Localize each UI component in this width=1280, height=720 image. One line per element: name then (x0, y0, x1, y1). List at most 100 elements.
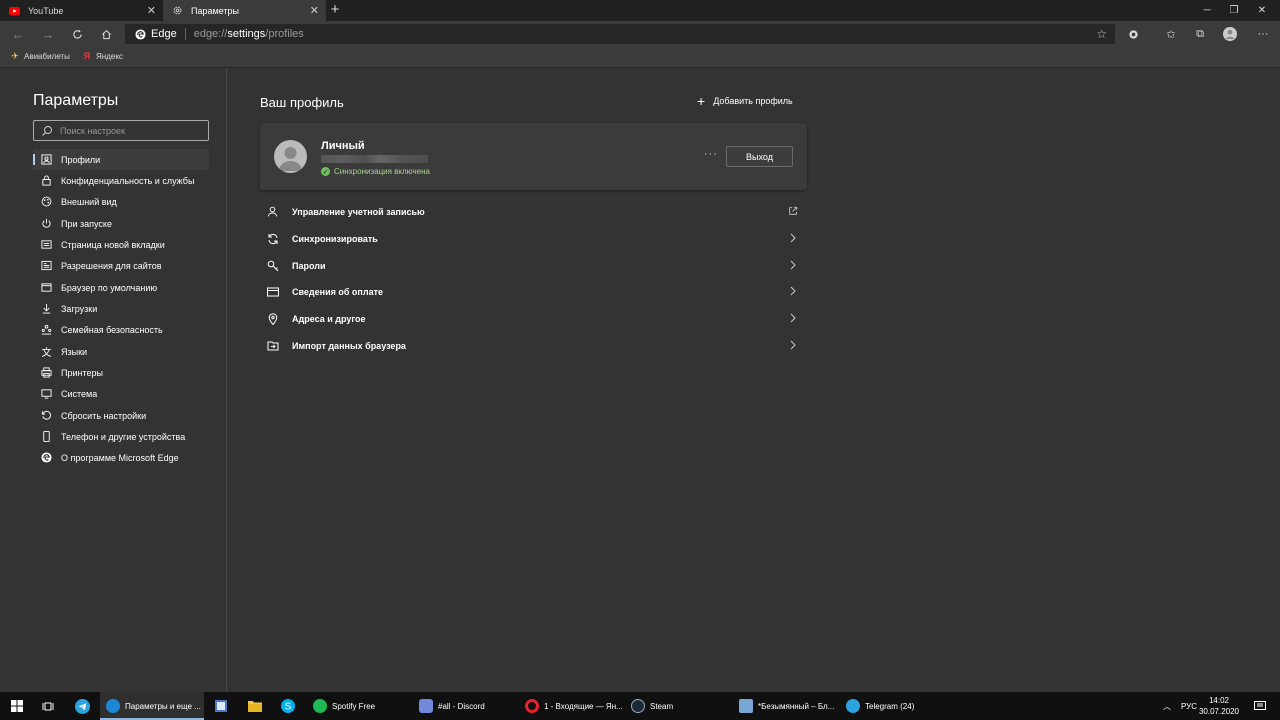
logout-button[interactable]: Выход (726, 146, 793, 167)
tab-label: YouTube (28, 5, 64, 16)
row-sync[interactable]: Синхронизировать (260, 225, 807, 252)
new-tab-button[interactable]: + (328, 2, 342, 18)
taskbar-app-telegram[interactable]: Telegram (24) (840, 692, 944, 720)
chevron-right-icon (787, 259, 799, 271)
row-manage-account[interactable]: Управление учетной записью (260, 198, 807, 225)
task-view-icon[interactable] (38, 692, 58, 720)
taskbar-app-edge[interactable]: Параметры и еще ... (100, 692, 204, 720)
row-import-data[interactable]: Импорт данных браузера (260, 332, 807, 359)
word-pinned-icon[interactable] (211, 692, 231, 720)
profile-icon (41, 154, 52, 165)
taskbar-app-steam[interactable]: Steam (625, 692, 729, 720)
sidebar-item-printers[interactable]: Принтеры (33, 362, 209, 383)
home-button[interactable] (97, 25, 115, 43)
credit-card-icon (266, 285, 279, 298)
collections-icon[interactable]: ⧉ (1191, 25, 1209, 43)
sidebar-item-appearance[interactable]: Внешний вид (33, 191, 209, 212)
discord-icon (419, 699, 433, 713)
sidebar-item-phone[interactable]: Телефон и другие устройства (33, 426, 209, 447)
skype-icon[interactable]: S (278, 692, 298, 720)
row-addresses[interactable]: Адреса и другое (260, 305, 807, 332)
extension-icon[interactable] (1124, 25, 1142, 43)
notification-icon[interactable] (1252, 692, 1268, 720)
add-profile-button[interactable]: + Добавить профиль (697, 93, 793, 109)
address-divider (184, 28, 186, 40)
site-name: Edge (151, 28, 177, 40)
file-explorer-icon[interactable] (245, 692, 265, 720)
phone-icon (41, 431, 52, 442)
address-bar[interactable]: Edge edge://settings/profiles ☆ (125, 24, 1115, 44)
windows-logo-icon (11, 700, 23, 712)
bookmark-yandex[interactable]: Я Яндекс (82, 51, 123, 61)
minimize-icon[interactable]: ─ (1194, 0, 1220, 21)
tab-youtube[interactable]: YouTube ✕ (0, 0, 163, 21)
favorite-star-icon[interactable]: ☆ (1096, 27, 1107, 41)
new-tab-page-icon (41, 239, 52, 250)
bookmark-label: Яндекс (96, 51, 123, 61)
settings-page: Параметры Поиск настроек Профили Конфиде… (0, 68, 1280, 692)
more-menu-icon[interactable]: ··· (1254, 25, 1272, 43)
yandex-icon: Я (83, 51, 91, 61)
sidebar-item-downloads[interactable]: Загрузки (33, 298, 209, 319)
sidebar-item-languages[interactable]: 文 Языки (33, 341, 209, 362)
taskbar-app-discord[interactable]: #all - Discord (413, 692, 517, 720)
settings-sidebar: Параметры Поиск настроек Профили Конфиде… (0, 68, 227, 692)
tab-label: Параметры (191, 5, 239, 16)
default-browser-icon (41, 282, 52, 293)
power-icon (41, 218, 52, 229)
telegram-pinned-icon[interactable] (72, 692, 92, 720)
sidebar-item-profiles[interactable]: Профили (33, 149, 209, 170)
import-icon (266, 339, 279, 352)
settings-search-input[interactable]: Поиск настроек (33, 120, 209, 141)
sidebar-item-startup[interactable]: При запуске (33, 213, 209, 234)
plane-icon: ✈ (11, 50, 19, 61)
profile-avatar-icon[interactable] (1221, 25, 1239, 43)
taskbar-app-spotify[interactable]: Spotify Free (307, 692, 411, 720)
sidebar-item-system[interactable]: Система (33, 383, 209, 404)
location-pin-icon (266, 312, 279, 325)
back-button[interactable]: ← (9, 25, 27, 43)
sidebar-item-family-safety[interactable]: Семейная безопасность (33, 319, 209, 340)
bookmark-aviabilety[interactable]: ✈ Авиабилеты (10, 51, 70, 61)
chevron-up-icon[interactable]: ︿ (1160, 692, 1174, 720)
gear-icon (172, 5, 183, 16)
system-clock[interactable]: 14:02 30.07.2020 (1196, 695, 1242, 717)
windows-taskbar: Параметры и еще ... S Spotify Free #all … (0, 692, 1280, 720)
profile-card: Личный ✓ Синхронизация включена ··· Выхо… (260, 123, 807, 190)
sidebar-item-reset[interactable]: Сбросить настройки (33, 405, 209, 426)
sidebar-item-privacy[interactable]: Конфиденциальность и службы (33, 170, 209, 191)
svg-text:S: S (285, 702, 292, 713)
start-button[interactable] (6, 692, 28, 720)
chevron-right-icon (787, 285, 799, 297)
forward-button[interactable]: → (39, 25, 57, 43)
notepad-icon (739, 699, 753, 713)
search-placeholder: Поиск настроек (60, 125, 125, 136)
tab-settings[interactable]: Параметры ✕ (163, 0, 326, 21)
chevron-right-icon (787, 339, 799, 351)
sidebar-item-default-browser[interactable]: Браузер по умолчанию (33, 277, 209, 298)
taskbar-app-notepad[interactable]: *Безымянный – Бл... (733, 692, 837, 720)
close-tab-icon[interactable]: ✕ (310, 4, 319, 17)
restore-icon[interactable]: ❐ (1221, 0, 1247, 21)
url-text: edge://settings/profiles (193, 28, 304, 40)
external-link-icon (787, 205, 799, 217)
refresh-button[interactable] (68, 25, 86, 43)
close-tab-icon[interactable]: ✕ (147, 4, 156, 17)
opera-icon (525, 699, 539, 713)
close-window-icon[interactable]: ✕ (1249, 0, 1275, 21)
youtube-icon (9, 5, 20, 16)
lock-icon (41, 175, 52, 186)
favorites-icon[interactable]: ✩ (1162, 25, 1180, 43)
sidebar-item-site-permissions[interactable]: Разрешения для сайтов (33, 255, 209, 276)
download-icon (41, 303, 52, 314)
system-icon (41, 388, 52, 399)
sidebar-item-about[interactable]: О программе Microsoft Edge (33, 447, 209, 468)
row-passwords[interactable]: Пароли (260, 252, 807, 279)
more-options-button[interactable]: ··· (704, 148, 718, 160)
profile-name: Личный (321, 140, 365, 152)
taskbar-app-opera[interactable]: 1 - Входящие — Ян... (519, 692, 623, 720)
plus-icon: + (697, 93, 706, 109)
row-payment-info[interactable]: Сведения об оплате (260, 278, 807, 305)
site-permissions-icon (41, 260, 52, 271)
sidebar-item-new-tab[interactable]: Страница новой вкладки (33, 234, 209, 255)
